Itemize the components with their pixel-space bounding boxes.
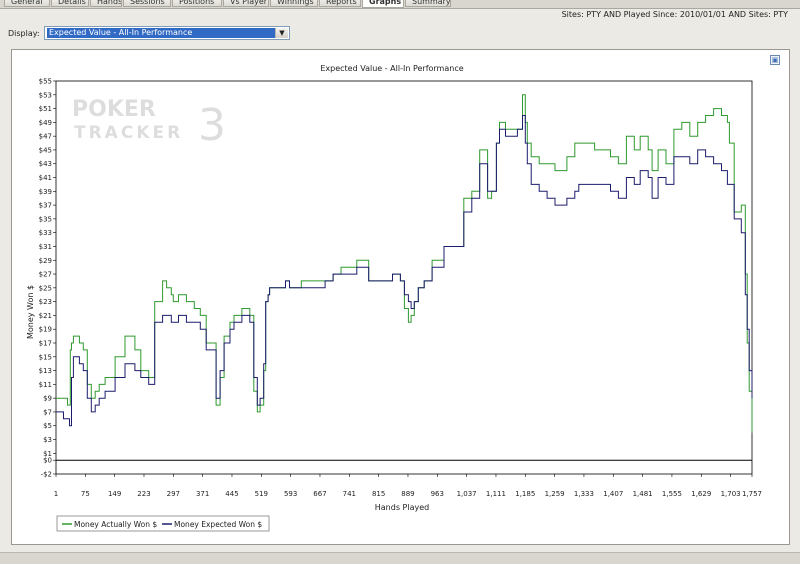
tab-reports[interactable]: Reports [319,0,361,7]
chart-panel: POKER TRACKER 3 Expected Value - All-In … [11,49,790,545]
x-tick-label: 667 [313,490,326,498]
x-tick-label: 149 [108,490,121,498]
y-tick-label: $15 [39,353,52,361]
x-tick-label: 1,037 [457,490,477,498]
y-tick-label: $49 [39,119,52,127]
y-tick-label: $7 [43,408,52,416]
y-tick-label: $25 [39,284,52,292]
x-tick-label: 741 [343,490,356,498]
x-tick-label: 1,333 [574,490,594,498]
y-tick-label: $5 [43,422,52,430]
x-tick-label: 223 [137,490,150,498]
x-axis-label: Hands Played [375,503,429,512]
series-line-actual [56,94,753,433]
display-dropdown[interactable]: Expected Value - All-In Performance ▼ [44,26,290,40]
y-tick-label: $31 [39,243,52,251]
tab-summary[interactable]: Summary [405,0,451,7]
y-tick-label: $29 [39,257,52,265]
legend-entry-expected: Money Expected Won $ [174,520,262,529]
y-tick-label: $43 [39,160,52,168]
x-tick-label: 1 [54,490,58,498]
y-tick-label: $1 [43,450,52,458]
tab-winnings[interactable]: Winnings [270,0,318,7]
x-tick-label: 445 [225,490,238,498]
x-tick-label: 1,481 [633,490,653,498]
y-tick-label: $11 [39,381,52,389]
display-label: Display: [8,29,40,38]
y-tick-label: $41 [39,174,52,182]
chevron-down-icon[interactable]: ▼ [275,28,288,38]
y-tick-label: $23 [39,298,52,306]
series-line-expected [56,115,753,427]
chart-series [56,94,753,433]
watermark-line1: POKER [72,97,156,122]
y-tick-label: $45 [39,146,52,154]
y-tick-label: $35 [39,215,52,223]
x-tick-label: 1,703 [721,490,741,498]
filter-summary: Sites: PTY AND Played Since: 2010/01/01 … [561,10,788,19]
y-axis-label: Money Won $ [26,285,35,339]
ev-chart: POKER TRACKER 3 Expected Value - All-In … [26,64,762,532]
maximize-icon[interactable]: ▣ [770,55,780,65]
y-tick-label: $0 [43,457,52,465]
tab-hands[interactable]: Hands [90,0,122,7]
y-tick-label: $39 [39,188,52,196]
display-selected-value: Expected Value - All-In Performance [47,28,275,38]
x-tick-label: 815 [372,490,385,498]
y-tick-label: $37 [39,202,52,210]
x-tick-label: 371 [196,490,209,498]
x-tick-label: 1,111 [486,490,506,498]
y-tick-label: $13 [39,367,52,375]
x-tick-label: 963 [431,490,444,498]
y-tick-label: $51 [39,105,52,113]
x-tick-label: 889 [401,490,414,498]
y-tick-label: $27 [39,271,52,279]
tab-general[interactable]: General [4,0,50,7]
x-tick-label: 1,555 [662,490,682,498]
chart-legend: Money Actually Won $ Money Expected Won … [56,515,270,532]
x-tick-label: 1,407 [603,490,623,498]
x-tick-label: 593 [284,490,297,498]
y-tick-label: $9 [43,395,52,403]
x-tick-label: 1,629 [691,490,711,498]
chart-title: Expected Value - All-In Performance [320,64,463,73]
tab-graphs[interactable]: Graphs [362,0,404,8]
y-tick-label: $17 [39,340,52,348]
status-strip [0,552,800,564]
tab-vs-player[interactable]: Vs Player [223,0,269,7]
tab-details[interactable]: Details [51,0,89,7]
tab-sessions[interactable]: Sessions [123,0,171,7]
x-tick-label: 519 [255,490,268,498]
y-tick-label: $33 [39,229,52,237]
tab-strip: General Details Hands Sessions Positions Vs P… [0,0,800,9]
watermark-mark: 3 [198,100,226,151]
x-tick-label: 1,757 [742,490,762,498]
watermark-line2: TRACKER [74,123,183,143]
x-tick-label: 75 [81,490,90,498]
y-tick-label: $3 [43,436,52,444]
x-tick-label: 1,185 [515,490,535,498]
x-tick-label: 297 [167,490,180,498]
tab-positions[interactable]: Positions [172,0,222,7]
watermark-logo: POKER TRACKER 3 [72,97,226,151]
y-tick-label: $19 [39,326,52,334]
x-tick-label: 1,259 [545,490,565,498]
legend-entry-actual: Money Actually Won $ [74,520,157,529]
y-tick-label: $47 [39,133,52,141]
y-tick-label: -$2 [41,471,52,479]
y-tick-label: $21 [39,312,52,320]
y-tick-label: $53 [39,91,52,99]
y-tick-label: $55 [39,78,52,86]
